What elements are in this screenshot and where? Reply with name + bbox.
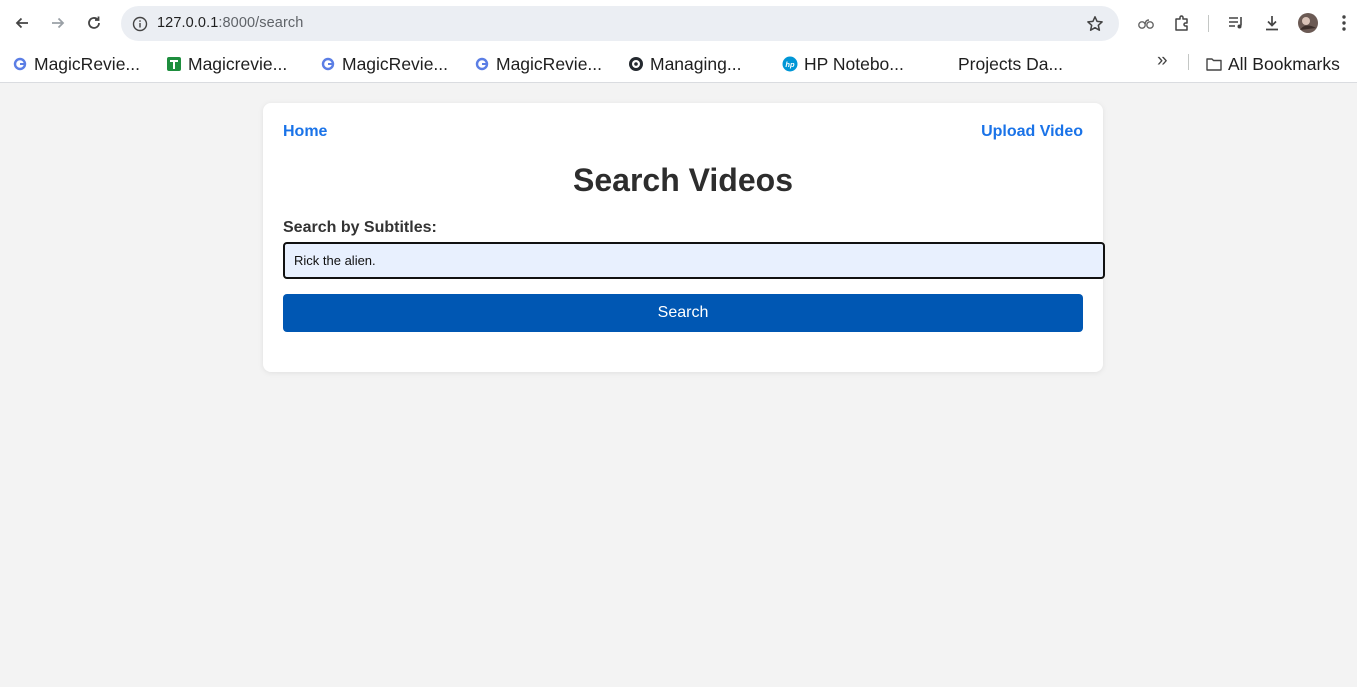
bookmark-item[interactable]: Magicrevie...: [166, 51, 287, 77]
browser-toolbar: 127.0.0.1:8000/search: [0, 0, 1357, 46]
arrow-left-icon: [15, 17, 28, 29]
magicreview-favicon-icon: [12, 56, 28, 72]
more-bookmarks-button[interactable]: »: [1157, 50, 1168, 72]
bookmark-label: MagicRevie...: [34, 53, 141, 74]
bookmark-item[interactable]: MagicRevie...: [12, 51, 140, 77]
search-button[interactable]: Search: [283, 294, 1083, 332]
back-button[interactable]: [10, 11, 34, 35]
magicreview-favicon-icon: [474, 56, 490, 72]
site-info-icon[interactable]: [128, 12, 152, 36]
search-label: Search by Subtitles:: [283, 219, 437, 236]
bookmark-label: Projects Da...: [958, 53, 1064, 74]
reload-button[interactable]: [82, 11, 106, 35]
url-host: 127.0.0.1: [157, 15, 219, 31]
menu-kebab-icon[interactable]: [1332, 11, 1356, 35]
search-card: Home Upload Video Search Videos Search b…: [263, 103, 1105, 372]
performance-icon[interactable]: [1134, 11, 1158, 35]
download-icon[interactable]: [1260, 11, 1284, 35]
bookmark-label: MagicRevie...: [342, 53, 449, 74]
sheets-favicon-icon: [166, 56, 182, 72]
page-title: Search Videos: [573, 162, 793, 198]
bookmarks-bar: MagicRevie... Magicrevie... MagicRevie..…: [0, 46, 1357, 83]
url-path: :8000/search: [218, 15, 304, 31]
toolbar-divider: [1208, 15, 1209, 32]
all-bookmarks-folder[interactable]: All Bookmarks: [1206, 51, 1340, 77]
address-bar[interactable]: 127.0.0.1:8000/search: [121, 6, 1119, 41]
home-link[interactable]: Home: [283, 123, 327, 141]
bookmark-item[interactable]: Managing...: [628, 51, 741, 77]
bookmark-star-icon[interactable]: [1083, 12, 1107, 36]
gear-favicon-icon: [628, 56, 644, 72]
all-bookmarks-label: All Bookmarks: [1228, 53, 1340, 74]
reading-list-icon[interactable]: [1224, 11, 1248, 35]
forward-button[interactable]: [46, 11, 70, 35]
reload-icon: [88, 16, 100, 29]
folder-icon: [1206, 56, 1222, 72]
bookmark-label: HP Notebo...: [804, 53, 904, 74]
hp-favicon-icon: hp: [782, 56, 798, 72]
bookmark-item[interactable]: Projects Da...: [958, 51, 1063, 77]
url-text[interactable]: 127.0.0.1:8000/search: [157, 15, 303, 31]
svg-text:hp: hp: [785, 60, 795, 69]
magicreview-favicon-icon: [320, 56, 336, 72]
bookmarks-divider: [1188, 54, 1189, 70]
bookmark-label: Managing...: [650, 53, 742, 74]
profile-avatar[interactable]: [1296, 11, 1320, 35]
extensions-icon[interactable]: [1170, 11, 1194, 35]
upload-video-link[interactable]: Upload Video: [981, 123, 1083, 141]
bookmark-label: Magicrevie...: [188, 53, 288, 74]
search-input[interactable]: [283, 242, 1105, 279]
bookmark-label: MagicRevie...: [496, 53, 603, 74]
bookmark-item[interactable]: MagicRevie...: [320, 51, 448, 77]
bookmark-item[interactable]: MagicRevie...: [474, 51, 602, 77]
bookmark-item[interactable]: hp HP Notebo...: [782, 51, 904, 77]
arrow-right-icon: [52, 17, 65, 29]
